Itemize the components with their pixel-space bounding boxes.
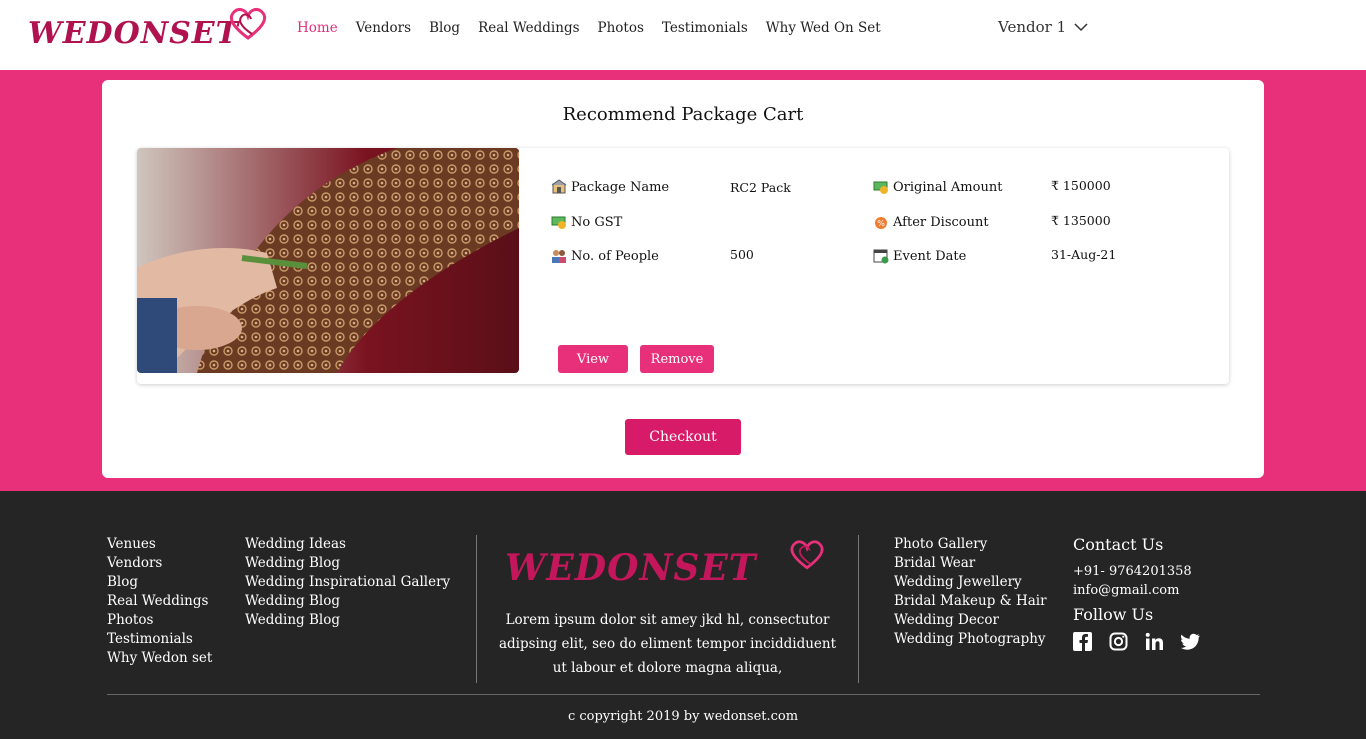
footer-divider (858, 535, 859, 683)
brand-logo[interactable]: WEDONSET (28, 6, 273, 58)
footer-link[interactable]: Wedding Jewellery (894, 573, 1047, 592)
mehndi-photo (137, 148, 519, 373)
people-value: 500 (730, 247, 754, 262)
copyright-text: c copyright 2019 by wedonset.com (567, 709, 799, 724)
site-footer: Venues Vendors Blog Real Weddings Photos… (0, 491, 1366, 739)
after-discount-value: ₹ 135000 (1051, 213, 1111, 228)
cash-icon (551, 216, 566, 229)
package-icon (551, 179, 567, 194)
cart-section: Recommend Package Cart Package Name No G… (0, 70, 1366, 491)
event-date-value: 31-Aug-21 (1051, 247, 1117, 262)
brand-logo-text: WEDONSET (28, 16, 239, 51)
package-name-label: Package Name (571, 179, 670, 195)
package-card: Package Name No GST No. of People RC2 Pa (137, 148, 1229, 384)
after-discount-label: After Discount (893, 214, 989, 230)
contact-email[interactable]: info@gmail.com (1073, 583, 1179, 598)
site-header: WEDONSET Home Vendors Blog Real Weddings… (0, 0, 1366, 70)
footer-link[interactable]: Wedding Ideas (245, 535, 450, 554)
footer-link[interactable]: Vendors (107, 554, 212, 573)
footer-logo-text: WEDONSET (505, 547, 757, 589)
footer-link[interactable]: Venues (107, 535, 212, 554)
footer-link[interactable]: Why Wedon set (107, 649, 212, 668)
nav-real-weddings[interactable]: Real Weddings (478, 20, 579, 36)
follow-heading: Follow Us (1073, 605, 1154, 624)
people-label: No. of People (571, 248, 659, 264)
people-row: No. of People (551, 248, 659, 264)
money-icon (873, 181, 888, 194)
footer-links-gallery: Photo Gallery Bridal Wear Wedding Jewell… (894, 535, 1047, 649)
contact-phone[interactable]: +91- 9764201358 (1073, 564, 1192, 579)
contact-heading: Contact Us (1073, 535, 1164, 554)
instagram-icon[interactable] (1109, 632, 1128, 651)
nav-photos[interactable]: Photos (598, 20, 644, 36)
footer-link[interactable]: Wedding Inspirational Gallery (245, 573, 450, 592)
footer-logo: WEDONSET (505, 535, 835, 595)
after-discount-row: % After Discount (873, 214, 989, 230)
main-nav: Home Vendors Blog Real Weddings Photos T… (297, 20, 899, 36)
linkedin-icon[interactable] (1145, 632, 1164, 651)
footer-link[interactable]: Wedding Photography (894, 630, 1047, 649)
user-menu[interactable]: Vendor 1 (998, 18, 1088, 36)
social-links (1073, 632, 1200, 651)
footer-link[interactable]: Real Weddings (107, 592, 212, 611)
footer-divider (476, 535, 477, 683)
nav-home[interactable]: Home (297, 20, 338, 36)
svg-text:%: % (877, 219, 885, 228)
footer-link[interactable]: Wedding Decor (894, 611, 1047, 630)
footer-link[interactable]: Bridal Makeup & Hair (894, 592, 1047, 611)
discount-tag-icon: % (875, 217, 887, 229)
nav-why-wed-on-set[interactable]: Why Wed On Set (766, 20, 881, 36)
gst-row: No GST (551, 214, 622, 230)
footer-link[interactable]: Wedding Blog (245, 592, 450, 611)
twitter-icon[interactable] (1181, 632, 1200, 651)
cart-card: Recommend Package Cart Package Name No G… (102, 80, 1264, 478)
footer-link[interactable]: Bridal Wear (894, 554, 1047, 573)
footer-separator (107, 694, 1260, 695)
remove-button[interactable]: Remove (640, 345, 714, 373)
view-button[interactable]: View (558, 345, 628, 373)
nav-testimonials[interactable]: Testimonials (662, 20, 748, 36)
calendar-icon (873, 249, 889, 264)
footer-links-ideas: Wedding Ideas Wedding Blog Wedding Inspi… (245, 535, 450, 630)
user-name: Vendor 1 (998, 18, 1067, 36)
original-amount-row: Original Amount (873, 179, 1002, 195)
original-amount-label: Original Amount (893, 179, 1003, 195)
footer-link[interactable]: Photo Gallery (894, 535, 1047, 554)
event-date-label: Event Date (893, 248, 967, 264)
footer-links-main: Venues Vendors Blog Real Weddings Photos… (107, 535, 212, 668)
footer-link[interactable]: Wedding Blog (245, 554, 450, 573)
package-image (137, 148, 519, 373)
footer-link[interactable]: Blog (107, 573, 212, 592)
checkout-button[interactable]: Checkout (625, 419, 741, 455)
gst-label: No GST (571, 214, 623, 230)
package-name-value: RC2 Pack (730, 180, 791, 195)
original-amount-value: ₹ 150000 (1051, 178, 1111, 193)
nav-blog[interactable]: Blog (429, 20, 460, 36)
footer-link[interactable]: Photos (107, 611, 212, 630)
facebook-icon[interactable] (1073, 632, 1092, 651)
people-icon (552, 250, 566, 263)
chevron-down-icon (1074, 23, 1088, 32)
heart-logo-icon (790, 540, 824, 570)
cart-title: Recommend Package Cart (562, 104, 804, 125)
footer-description: Lorem ipsum dolor sit amey jkd hl, conse… (498, 612, 837, 676)
footer-link[interactable]: Testimonials (107, 630, 212, 649)
heart-logo-icon (229, 7, 267, 40)
nav-vendors[interactable]: Vendors (356, 20, 411, 36)
package-name-row: Package Name (551, 179, 669, 195)
event-date-row: Event Date (873, 248, 966, 264)
footer-link[interactable]: Wedding Blog (245, 611, 450, 630)
